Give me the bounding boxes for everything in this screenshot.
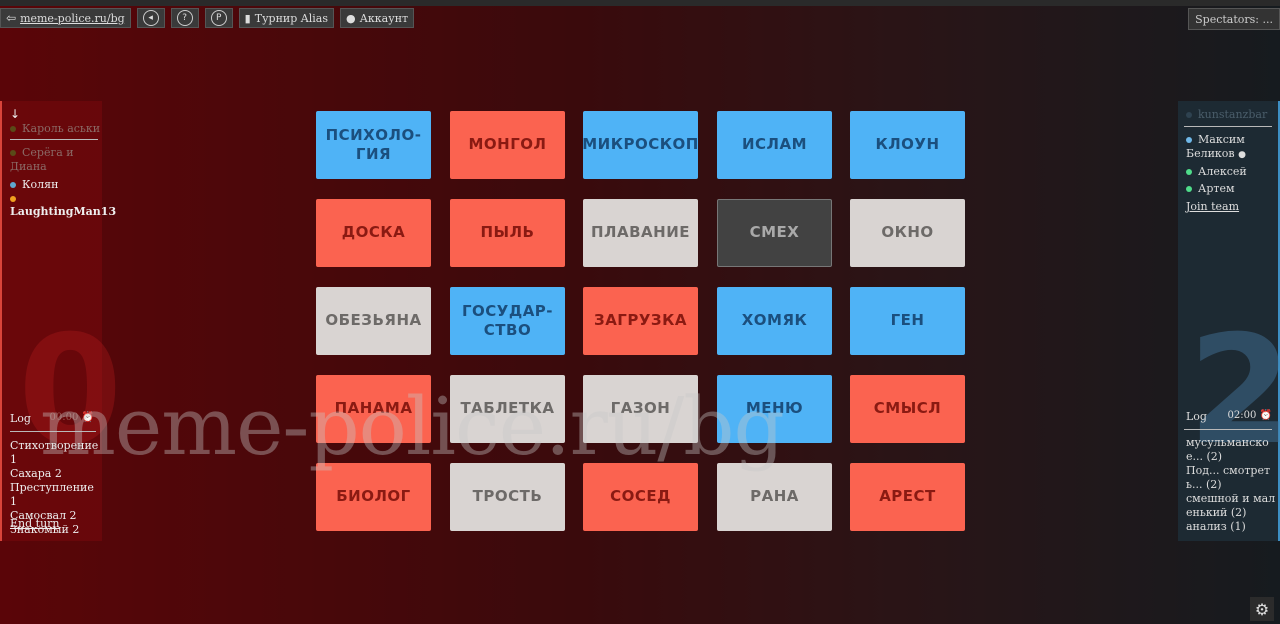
- blue-log-list: мусульманское... (2) Под... смотреть... …: [1186, 436, 1276, 534]
- arrow-down-icon: ↓: [10, 107, 21, 121]
- player-name: Серёга и Диана: [10, 146, 74, 173]
- word-card-red[interactable]: ЗАГРУЗКА: [583, 287, 698, 355]
- log-entry: Под... смотреть... (2): [1186, 464, 1271, 491]
- divider: [1184, 429, 1272, 430]
- join-team-button[interactable]: Join team: [1186, 200, 1239, 213]
- log-label: Log: [10, 412, 31, 425]
- site-link-button[interactable]: ⇦ meme-police.ru/bg: [0, 8, 131, 28]
- word-card-neutral[interactable]: ОКНО: [850, 199, 965, 267]
- announce-button[interactable]: ◂: [136, 8, 165, 28]
- person-icon: ●: [1238, 150, 1246, 161]
- word-card-neutral[interactable]: ОБЕЗЬЯНА: [316, 287, 431, 355]
- end-turn-button[interactable]: End turn: [10, 517, 60, 530]
- word-card-red[interactable]: ДОСКА: [316, 199, 431, 267]
- tournament-button[interactable]: ▮ Турнир Alias: [238, 8, 334, 28]
- word-card-red[interactable]: АРЕСТ: [850, 463, 965, 531]
- rules-icon: P: [210, 10, 227, 26]
- blue-team-panel: 2 kunstanzbar Максим Беликов ● Алексей А…: [1178, 101, 1280, 541]
- player-name: Кароль аськи: [22, 122, 101, 135]
- log-entry: Преступление 1: [10, 481, 94, 508]
- player-name: LaughtingMan13: [10, 205, 117, 218]
- player-name: Артем: [1198, 182, 1235, 195]
- player-name: Максим Беликов: [1186, 133, 1245, 161]
- divider: [10, 139, 98, 140]
- log-entry: Сахара 2: [10, 467, 62, 480]
- word-card-red[interactable]: БИОЛОГ: [316, 463, 431, 531]
- word-card-blue[interactable]: МЕНЮ: [717, 375, 832, 443]
- question-icon: ?: [176, 10, 193, 26]
- player-name: Колян: [22, 178, 59, 191]
- word-card-blue[interactable]: ПСИХОЛО- ГИЯ: [316, 111, 431, 179]
- word-card-blue[interactable]: ХОМЯК: [717, 287, 832, 355]
- word-card-neutral[interactable]: РАНА: [717, 463, 832, 531]
- red-timer: 00:00 ⏰: [50, 412, 94, 423]
- blue-spymaster: kunstanzbar: [1186, 108, 1267, 121]
- word-card-blue[interactable]: ГЕН: [850, 287, 965, 355]
- spectators-button[interactable]: Spectators: ...: [1188, 8, 1280, 30]
- word-card-blue[interactable]: МИКРОСКОП: [582, 111, 698, 179]
- player-name: kunstanzbar: [1198, 108, 1268, 121]
- log-entry: Стихотворение 1: [10, 439, 99, 466]
- tournament-label: Турнир Alias: [254, 11, 328, 25]
- help-button[interactable]: ?: [170, 8, 199, 28]
- word-card-neutral[interactable]: ТАБЛЕТКА: [450, 375, 565, 443]
- word-card-blue[interactable]: ГОСУДАР- СТВО: [450, 287, 565, 355]
- top-hat-icon: ▮: [244, 11, 251, 25]
- red-spymaster: Кароль аськи: [10, 122, 100, 135]
- word-card-red[interactable]: СМЫСЛ: [850, 375, 965, 443]
- word-card-red[interactable]: СОСЕД: [583, 463, 698, 531]
- megaphone-icon: ◂: [142, 10, 159, 26]
- divider: [1184, 126, 1272, 127]
- settings-button[interactable]: ⚙: [1250, 597, 1274, 621]
- word-card-blue[interactable]: ИСЛАМ: [717, 111, 832, 179]
- log-entry: мусульманское... (2): [1186, 436, 1269, 463]
- word-card-black[interactable]: СМЕХ: [717, 199, 832, 267]
- red-team-panel: 0 ↓ Кароль аськи Серёга и Диана Колян La…: [0, 101, 122, 541]
- site-link-label: meme-police.ru/bg: [20, 11, 125, 25]
- log-label: Log: [1186, 410, 1207, 423]
- blue-timer: 02:00 ⏰: [1228, 410, 1272, 421]
- clock-icon: ⏰: [81, 412, 94, 423]
- divider: [10, 431, 96, 432]
- word-card-red[interactable]: ПАНАМА: [316, 375, 431, 443]
- top-toolbar: ⇦ meme-police.ru/bg ◂ ? P ▮ Турнир Alias…: [0, 8, 415, 30]
- word-card-red[interactable]: ПЫЛЬ: [450, 199, 565, 267]
- blue-player: Алексей: [1186, 165, 1247, 178]
- log-entry: анализ (1): [1186, 520, 1246, 533]
- blue-player: Максим Беликов ●: [1186, 133, 1274, 162]
- word-card-neutral[interactable]: ПЛАВАНИЕ: [583, 199, 698, 267]
- word-card-blue[interactable]: КЛОУН: [850, 111, 965, 179]
- gear-icon: ⚙: [1254, 599, 1270, 619]
- exit-icon: ⇦: [6, 11, 17, 25]
- word-card-neutral[interactable]: ГАЗОН: [583, 375, 698, 443]
- user-icon: ●: [345, 11, 356, 25]
- red-player: Колян: [10, 178, 58, 191]
- account-button[interactable]: ● Аккаунт: [339, 8, 415, 28]
- blue-player: Артем: [1186, 182, 1235, 195]
- rules-button[interactable]: P: [204, 8, 233, 28]
- account-label: Аккаунт: [359, 11, 409, 25]
- red-player-current: LaughtingMan13: [10, 192, 116, 218]
- browser-bookmarks-strip: [0, 0, 1280, 6]
- word-card-neutral[interactable]: ТРОСТЬ: [450, 463, 565, 531]
- word-card-red[interactable]: МОНГОЛ: [450, 111, 565, 179]
- red-player: Серёга и Диана: [10, 146, 90, 174]
- log-entry: смешной и маленький (2): [1186, 492, 1276, 519]
- player-name: Алексей: [1198, 165, 1247, 178]
- spectators-label: Spectators: ...: [1195, 12, 1273, 26]
- timer-value: 02:00: [1227, 410, 1257, 421]
- clock-icon: ⏰: [1259, 410, 1272, 421]
- timer-value: 00:00: [49, 412, 79, 423]
